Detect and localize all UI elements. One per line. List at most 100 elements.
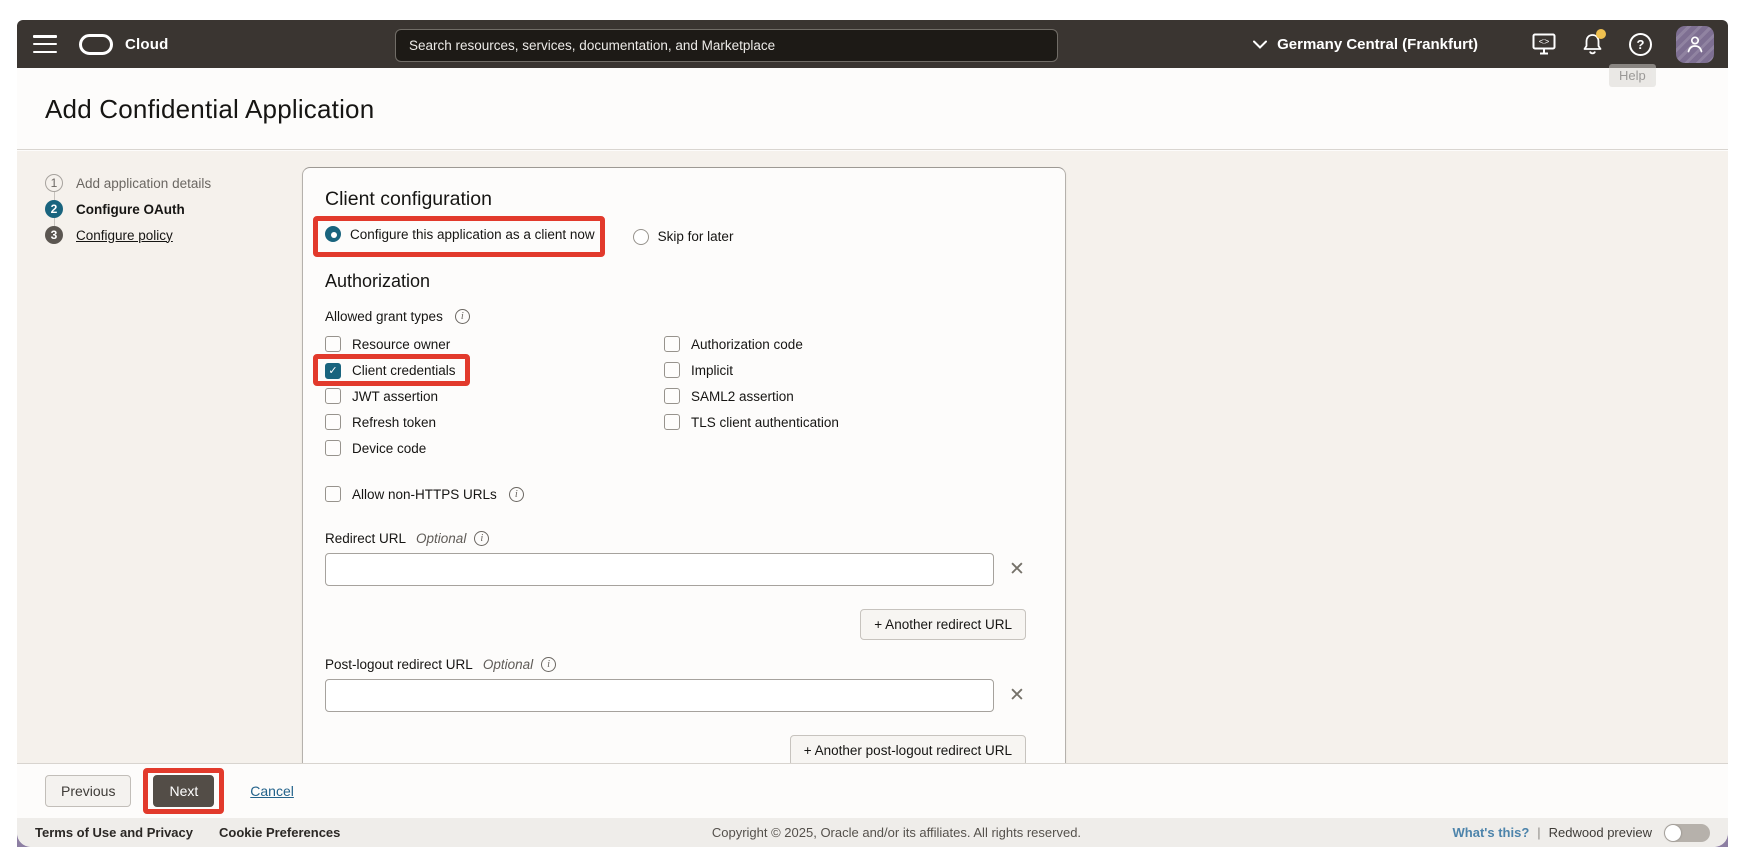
checkbox-icon[interactable] <box>325 486 341 502</box>
grant-types-right-column: Authorization code Implicit <box>664 331 839 461</box>
post-logout-input-row: ✕ <box>325 679 1043 712</box>
checkbox-resource-owner[interactable]: Resource owner <box>325 336 450 352</box>
step-label: Configure policy <box>76 228 173 243</box>
post-logout-redirect-url-label: Post-logout redirect URL <box>325 657 473 672</box>
step-number: 2 <box>45 200 63 218</box>
info-icon[interactable]: i <box>541 657 556 672</box>
radio-selected-icon[interactable] <box>325 226 341 242</box>
checkbox-icon[interactable] <box>325 388 341 404</box>
highlight-box-client-credentials: Client credentials <box>325 361 456 379</box>
page-title: Add Confidential Application <box>45 94 1728 125</box>
separator: | <box>1537 825 1540 840</box>
highlight-box-next: Next <box>153 775 214 807</box>
highlight-box-configure-now: Configure this application as a client n… <box>325 226 595 247</box>
client-configuration-card: Client configuration Configure this appl… <box>302 167 1066 764</box>
wizard-stepper: 1 Add application details 2 Configure OA… <box>45 170 211 248</box>
checkbox-icon[interactable] <box>325 440 341 456</box>
checkbox-jwt-assertion[interactable]: JWT assertion <box>325 388 438 404</box>
region-label: Germany Central (Frankfurt) <box>1277 36 1478 53</box>
search-input[interactable] <box>395 29 1058 62</box>
help-tooltip: Help <box>1609 64 1656 87</box>
content-area: 1 Add application details 2 Configure OA… <box>17 151 1728 763</box>
redirect-url-label-row: Redirect URL Optional i <box>325 531 1043 546</box>
redirect-url-label: Redirect URL <box>325 531 406 546</box>
allowed-grant-types-label: Allowed grant types <box>325 309 443 324</box>
checkbox-refresh-token[interactable]: Refresh token <box>325 414 436 430</box>
client-config-radio-group: Configure this application as a client n… <box>325 226 1043 247</box>
next-button[interactable]: Next <box>153 775 214 807</box>
redirect-url-input-row: ✕ <box>325 553 1043 586</box>
another-post-logout-redirect-url-button[interactable]: + Another post-logout redirect URL <box>790 735 1026 764</box>
radio-configure-as-client-now[interactable]: Configure this application as a client n… <box>325 226 595 242</box>
info-icon[interactable]: i <box>474 531 489 546</box>
redwood-preview-toggle[interactable] <box>1664 824 1710 842</box>
checkbox-icon[interactable] <box>664 388 680 404</box>
checkbox-implicit[interactable]: Implicit <box>664 362 733 378</box>
checkbox-icon[interactable] <box>325 414 341 430</box>
terms-link[interactable]: Terms of Use and Privacy <box>35 825 193 840</box>
chevron-down-icon <box>1253 40 1267 49</box>
user-avatar[interactable] <box>1676 26 1714 63</box>
clear-post-logout-url-icon[interactable]: ✕ <box>1009 686 1025 705</box>
grant-types-left-column: Resource owner Client credentials <box>325 331 664 461</box>
step-add-application-details[interactable]: 1 Add application details <box>45 170 211 196</box>
client-configuration-heading: Client configuration <box>325 188 1043 211</box>
checkbox-icon[interactable] <box>325 336 341 352</box>
another-redirect-row: + Another redirect URL <box>325 609 1026 640</box>
step-number: 3 <box>45 226 63 244</box>
previous-button[interactable]: Previous <box>45 775 131 807</box>
checkbox-icon[interactable] <box>664 336 680 352</box>
step-configure-oauth[interactable]: 2 Configure OAuth <box>45 196 211 222</box>
cancel-link[interactable]: Cancel <box>250 783 294 799</box>
another-redirect-url-button[interactable]: + Another redirect URL <box>860 609 1026 640</box>
toggle-knob <box>1665 825 1681 841</box>
checkbox-icon[interactable] <box>664 414 680 430</box>
radio-unselected-icon[interactable] <box>633 229 649 245</box>
notification-badge <box>1596 29 1606 39</box>
info-icon[interactable]: i <box>455 309 470 324</box>
redirect-url-input[interactable] <box>325 553 994 586</box>
app-window: Cloud Germany Central (Frankfurt) <> <box>17 20 1728 847</box>
info-icon[interactable]: i <box>509 487 524 502</box>
menu-icon[interactable] <box>33 35 57 53</box>
console-monitor-icon[interactable]: <> <box>1532 33 1556 55</box>
allowed-grant-types-row: Allowed grant types i <box>325 309 1043 324</box>
post-logout-redirect-url-input[interactable] <box>325 679 994 712</box>
checkbox-client-credentials[interactable]: Client credentials <box>325 363 456 379</box>
step-label: Add application details <box>76 176 211 191</box>
post-logout-label-row: Post-logout redirect URL Optional i <box>325 657 1043 672</box>
copyright-text: Copyright © 2025, Oracle and/or its affi… <box>340 825 1452 840</box>
clear-redirect-url-icon[interactable]: ✕ <box>1009 560 1025 579</box>
top-bar: Cloud Germany Central (Frankfurt) <> <box>17 20 1728 68</box>
step-label: Configure OAuth <box>76 202 185 217</box>
wizard-footer: Previous Next Cancel <box>17 763 1728 818</box>
cookie-preferences-link[interactable]: Cookie Preferences <box>219 825 340 840</box>
radio-skip-for-later[interactable]: Skip for later <box>633 229 734 245</box>
redwood-preview-label: Redwood preview <box>1549 825 1652 840</box>
checkbox-icon[interactable] <box>664 362 680 378</box>
authorization-heading: Authorization <box>325 271 1043 292</box>
notifications-bell-icon[interactable] <box>1582 33 1603 55</box>
top-right-controls: Germany Central (Frankfurt) <> <box>1253 20 1714 68</box>
whats-this-link[interactable]: What's this? <box>1453 825 1530 840</box>
checkbox-saml2-assertion[interactable]: SAML2 assertion <box>664 388 794 404</box>
step-configure-policy[interactable]: 3 Configure policy <box>45 222 211 248</box>
allow-non-https-row: Allow non-HTTPS URLs i <box>325 486 1043 502</box>
region-selector[interactable]: Germany Central (Frankfurt) <box>1253 36 1478 53</box>
another-post-logout-row: + Another post-logout redirect URL <box>325 735 1026 764</box>
checkbox-checked-icon[interactable] <box>325 363 341 379</box>
help-icon[interactable]: ? <box>1629 33 1652 56</box>
brand-label: Cloud <box>125 36 169 53</box>
page: Cloud Germany Central (Frankfurt) <> <box>0 0 1745 868</box>
step-number: 1 <box>45 174 63 192</box>
svg-text:<>: <> <box>1539 37 1550 47</box>
title-bar: Add Confidential Application <box>17 68 1728 150</box>
checkbox-device-code[interactable]: Device code <box>325 440 426 456</box>
checkbox-authorization-code[interactable]: Authorization code <box>664 336 803 352</box>
search-box <box>395 29 1058 62</box>
grant-types-grid: Resource owner Client credentials <box>325 331 1043 461</box>
checkbox-allow-non-https[interactable]: Allow non-HTTPS URLs <box>325 486 497 502</box>
bottom-bar: Terms of Use and Privacy Cookie Preferen… <box>17 818 1728 847</box>
checkbox-tls-client-authentication[interactable]: TLS client authentication <box>664 414 839 430</box>
oracle-logo-icon[interactable] <box>79 34 113 55</box>
